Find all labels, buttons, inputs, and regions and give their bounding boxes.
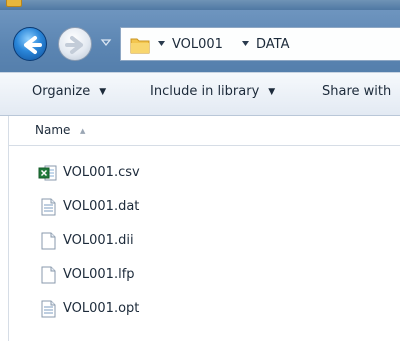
blank-file-icon [41, 232, 56, 250]
pane-divider [8, 146, 9, 341]
share-with-button[interactable]: Share with [322, 84, 391, 99]
arrow-right-icon [65, 36, 83, 54]
address-bar[interactable]: VOL001 DATA [120, 27, 400, 61]
title-bar [0, 0, 400, 10]
file-name: VOL001.dii [63, 233, 134, 248]
arrow-left-icon [24, 36, 42, 54]
file-name: VOL001.csv [63, 165, 140, 180]
text-file-icon [41, 300, 56, 318]
breadcrumb-dropdown-icon[interactable] [157, 39, 166, 48]
column-header-row: Name ▲ [8, 116, 400, 146]
excel-csv-icon [38, 165, 57, 181]
file-name: VOL001.dat [63, 199, 140, 214]
file-name: VOL001.opt [63, 301, 140, 316]
sort-ascending-icon: ▲ [80, 127, 86, 135]
text-file-icon [41, 198, 56, 216]
back-button[interactable] [13, 27, 47, 61]
folder-icon [130, 38, 150, 54]
recent-pages-chevron-icon[interactable] [99, 36, 113, 50]
chevron-down-icon: ▼ [99, 87, 107, 97]
include-in-library-button[interactable]: Include in library ▼ [150, 84, 275, 99]
command-bar: Organize ▼ Include in library ▼ Share with [0, 72, 400, 116]
blank-file-icon [41, 266, 56, 284]
breadcrumb-dropdown-icon[interactable] [241, 39, 250, 48]
organize-button[interactable]: Organize ▼ [32, 84, 106, 99]
breadcrumb-data[interactable]: DATA [256, 37, 290, 52]
column-header-name[interactable]: Name [35, 123, 70, 137]
file-name: VOL001.lfp [63, 267, 135, 282]
forward-button[interactable] [58, 27, 92, 61]
folder-icon [6, 0, 22, 7]
breadcrumb-vol001[interactable]: VOL001 [172, 37, 223, 52]
chevron-down-icon: ▼ [268, 87, 276, 97]
